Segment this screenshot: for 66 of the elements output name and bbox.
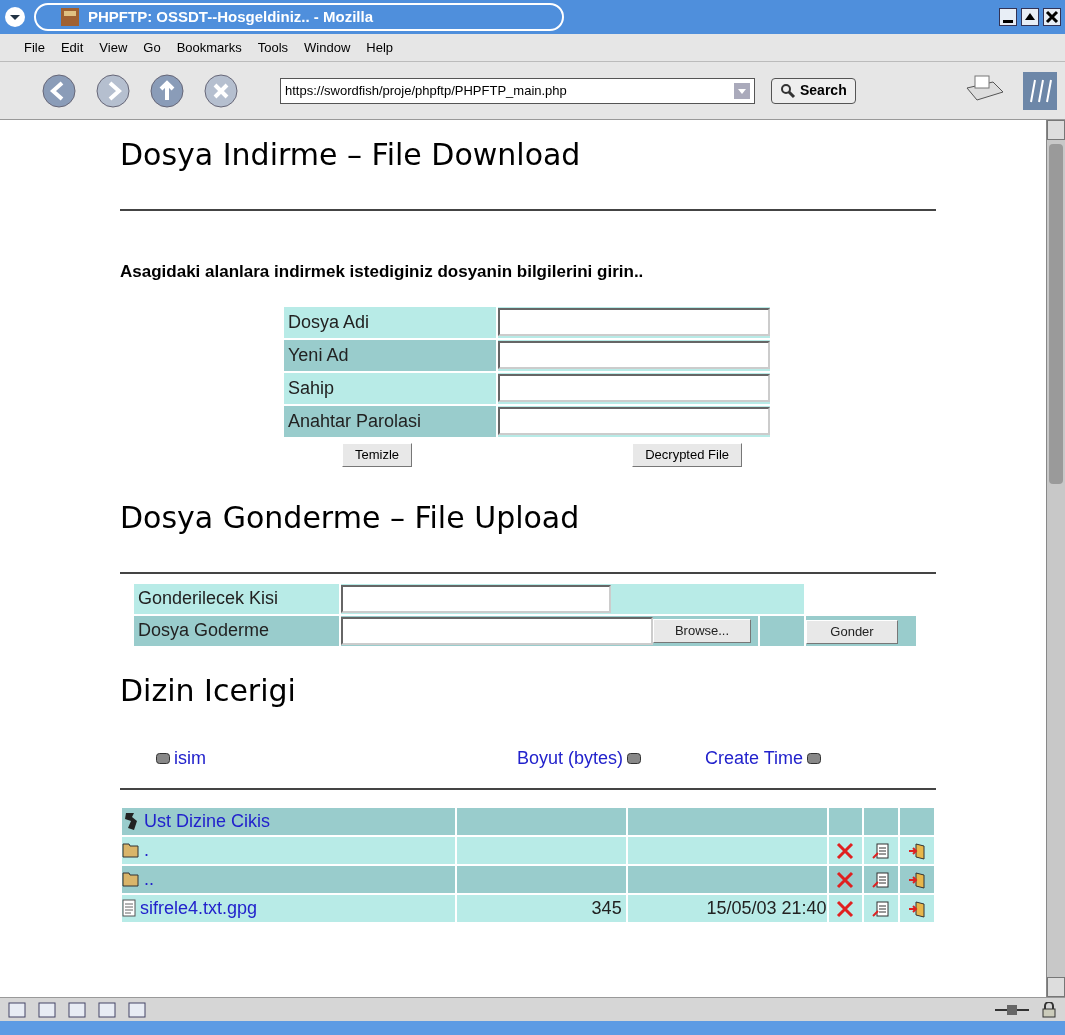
reload-icon[interactable] [148,71,186,110]
menu-item[interactable]: Help [366,37,394,58]
menu-item[interactable]: Tools [257,37,289,58]
section-heading: Dizin Icerigi [120,671,297,710]
parent-directory-link[interactable]: Ust Dizine Cikis [144,807,271,835]
window-title: PHPFTP: OSSDT--Hosgeldiniz.. - Mozilla [88,6,373,27]
size-cell-text: 345 [590,896,623,920]
connection-icon [995,1002,1029,1017]
time-cell-text: 15/05/03 21:40 [705,896,827,920]
copy-document-icon[interactable] [872,870,891,889]
minimize-button[interactable] [999,8,1017,26]
field-label: Gonderilecek Kisi [134,583,339,614]
column-header-link[interactable]: Boyut (bytes) [516,744,623,772]
folder-icon [122,870,140,888]
stop-icon[interactable] [202,71,240,110]
field-label: Yeni Ad [284,339,496,371]
menu-item[interactable]: Edit [60,37,84,58]
file-path-field[interactable] [341,616,653,645]
folder-icon [122,841,140,859]
field-label: Sahip [284,372,496,404]
browse-button[interactable]: Browse... [653,618,751,643]
file-link[interactable]: .. [144,865,154,893]
delete-icon[interactable] [835,840,856,861]
move-file-icon[interactable] [908,870,927,889]
menu-item[interactable]: File [24,37,45,58]
move-file-icon[interactable] [908,841,927,860]
menu-item[interactable]: Go [143,37,161,58]
delete-icon[interactable] [835,898,856,919]
decrypt-button[interactable]: Decrypted File [632,442,742,467]
section-heading: Dosya Indirme – File Download [120,136,582,174]
section-heading: Dosya Gonderme – File Upload [120,498,581,537]
document-icon [122,899,136,917]
copy-document-icon[interactable] [872,899,891,918]
instruction-text: Asagidaki alanlara indirmek istediginiz dosyanin bilgilerini girin.. [120,261,645,283]
copy-document-icon[interactable] [872,841,891,860]
file-link[interactable]: sifrele4.txt.gpg [140,894,258,922]
column-header-link[interactable]: Create Time [704,744,803,772]
window-menu-icon[interactable] [4,6,26,28]
field-label: Dosya Goderme [134,615,339,646]
app-icon [60,7,80,27]
address-field[interactable]: https://swordfish/proje/phpftp/PHPFTP_main.php [280,77,755,104]
sort-icon[interactable] [156,752,170,764]
menu-item[interactable]: Window [304,37,351,58]
column-header-link[interactable]: isim [174,744,206,772]
sort-icon[interactable] [807,752,821,764]
scrollbar[interactable] [1046,120,1065,997]
recipient-field[interactable] [341,584,611,613]
text-field[interactable] [498,308,770,336]
search-button[interactable]: Search [771,77,856,104]
field-label: Anahtar Parolasi [284,405,496,437]
text-field[interactable] [498,407,770,435]
text-field[interactable] [498,374,770,402]
search-icon [780,82,796,99]
field-label: Dosya Adi [284,306,496,338]
file-link[interactable]: . [144,836,149,864]
send-button[interactable]: Gonder [806,619,898,644]
lock-icon [1041,1001,1057,1018]
sort-icon[interactable] [627,752,641,764]
clear-button[interactable]: Temizle [342,442,413,467]
text-field[interactable] [498,341,770,369]
menu-item[interactable]: Bookmarks [176,37,242,58]
maximize-button[interactable] [1021,8,1039,26]
move-file-icon[interactable] [908,899,927,918]
close-button[interactable] [1043,8,1061,26]
menu-item[interactable]: View [99,37,128,58]
delete-icon[interactable] [835,869,856,890]
